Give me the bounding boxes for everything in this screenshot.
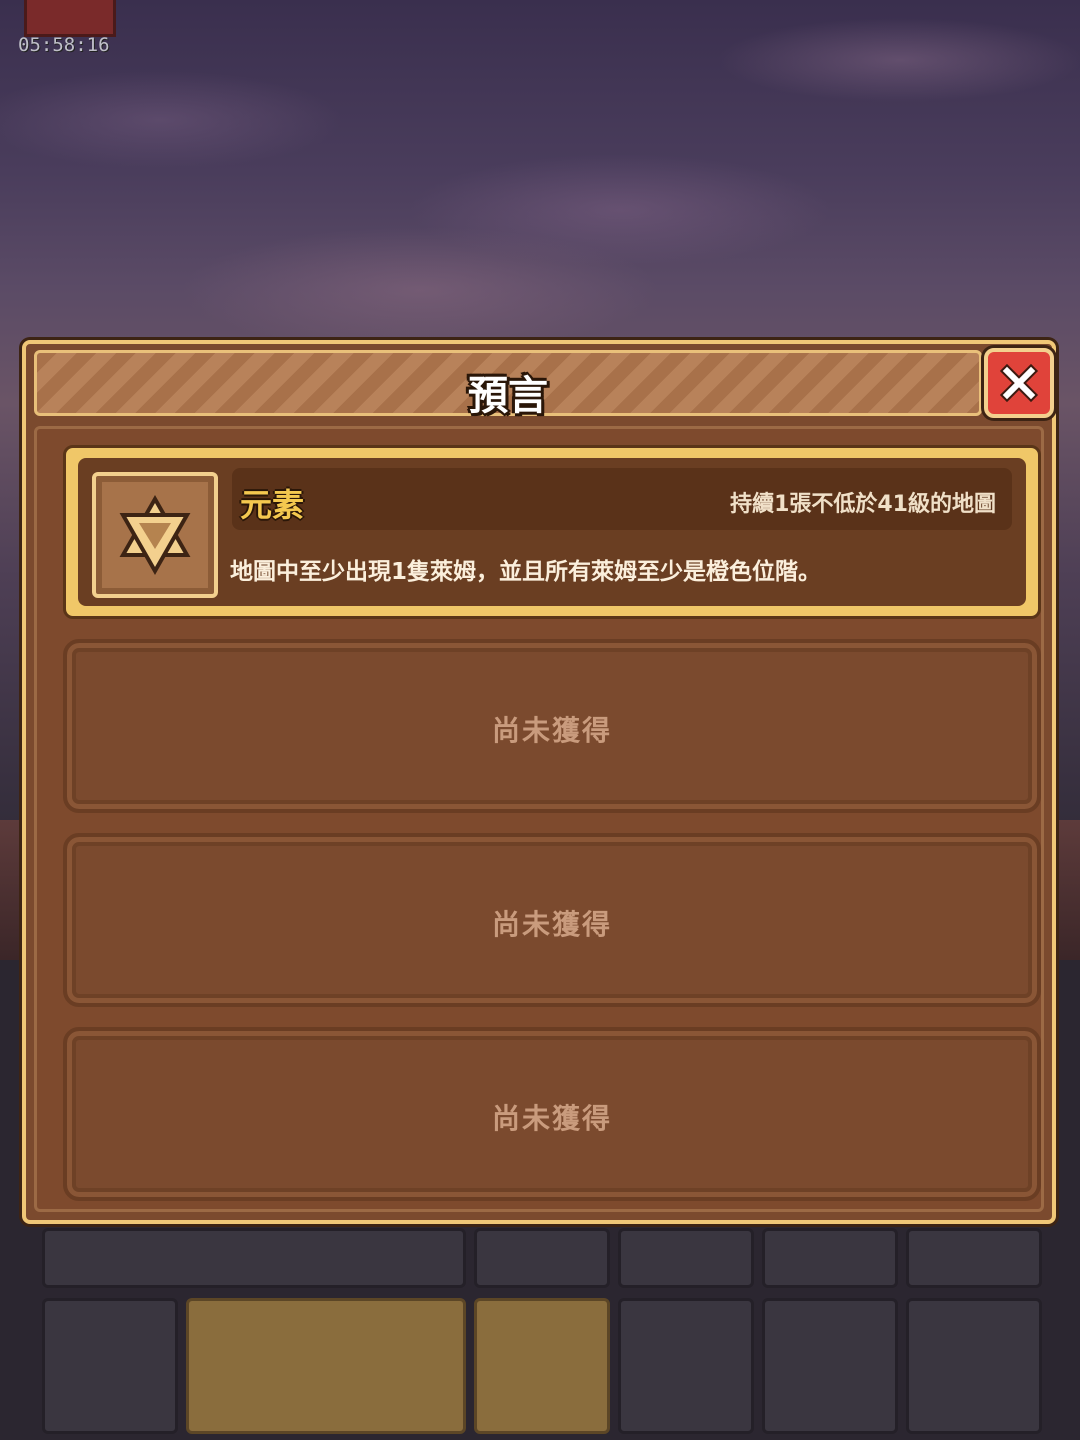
prophecy-icon-frame (92, 472, 218, 598)
inventory-slot[interactable] (906, 1228, 1042, 1288)
prophecy-dialog: 預言 元素 持續1張不低於41級的地圖 地圖中至少出現1隻萊姆，並且所有萊姆至少… (22, 340, 1056, 1224)
inventory-slot[interactable] (762, 1298, 898, 1434)
inventory-slot[interactable] (186, 1298, 466, 1434)
locked-prophecy-slot[interactable]: 尚未獲得 (63, 639, 1041, 813)
inventory-slot[interactable] (474, 1298, 610, 1434)
inventory-slot[interactable] (762, 1228, 898, 1288)
prophecy-condition: 持續1張不低於41級的地圖 (730, 492, 996, 517)
card-background: 元素 持續1張不低於41級的地圖 地圖中至少出現1隻萊姆，並且所有萊姆至少是橙色… (78, 458, 1026, 606)
inventory-slot[interactable] (618, 1228, 754, 1288)
chest-icon[interactable] (24, 0, 116, 37)
prophecy-list: 元素 持續1張不低於41級的地圖 地圖中至少出現1隻萊姆，並且所有萊姆至少是橙色… (34, 426, 1044, 1212)
inventory-slot[interactable] (474, 1228, 610, 1288)
hexagram-icon (119, 494, 191, 576)
locked-label: 尚未獲得 (491, 1102, 612, 1135)
timer-text: 05:58:16 (18, 34, 110, 56)
close-button[interactable] (984, 348, 1054, 418)
locked-label: 尚未獲得 (491, 714, 612, 747)
inventory-slot[interactable] (42, 1298, 178, 1434)
inventory-slot[interactable] (618, 1298, 754, 1434)
inventory-slot[interactable] (42, 1228, 466, 1288)
close-x-icon (999, 363, 1039, 403)
sky-background (0, 0, 1080, 360)
prophecy-card[interactable]: 元素 持續1張不低於41級的地圖 地圖中至少出現1隻萊姆，並且所有萊姆至少是橙色… (63, 445, 1041, 619)
locked-prophecy-slot[interactable]: 尚未獲得 (63, 1027, 1041, 1201)
dialog-header: 預言 (34, 350, 982, 419)
dialog-title: 預言 (468, 373, 548, 419)
prophecy-description: 地圖中至少出現1隻萊姆，並且所有萊姆至少是橙色位階。 (230, 559, 822, 585)
locked-label: 尚未獲得 (491, 908, 612, 941)
locked-prophecy-slot[interactable]: 尚未獲得 (63, 833, 1041, 1007)
inventory-slot[interactable] (906, 1298, 1042, 1434)
prophecy-name: 元素 (240, 486, 305, 524)
